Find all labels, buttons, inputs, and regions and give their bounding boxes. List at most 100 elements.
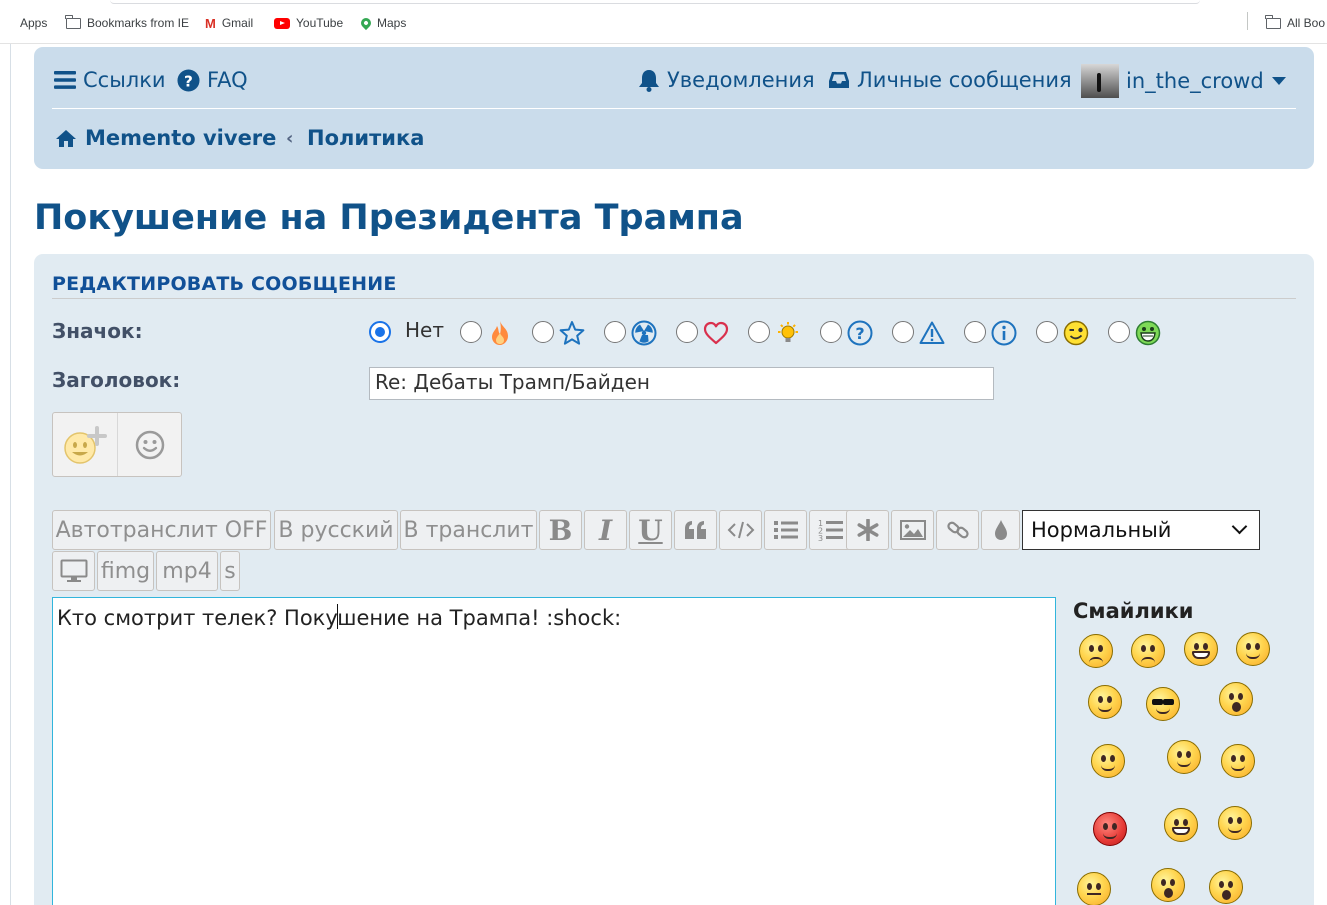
asterisk-icon [857,519,878,541]
smiley-laugh-icon[interactable] [1219,682,1253,716]
page-left-rule [10,44,11,905]
quick-links-menu[interactable]: Ссылки [54,68,166,92]
breadcrumb-forum[interactable]: Политика [307,126,424,150]
add-emoji-button[interactable] [53,413,117,476]
bookmark-youtube[interactable]: YouTube [274,15,343,31]
omnibox-edge [110,0,1200,4]
smiley-worried-icon[interactable] [1091,744,1125,778]
video-embed-button[interactable] [52,551,95,591]
smiley-outline-icon [135,430,165,459]
question-icon: ? [847,320,873,346]
list-item-button[interactable] [846,510,889,550]
no-icon-label: Нет [405,318,444,342]
bookmark-all-folder[interactable]: All Boo [1265,14,1326,31]
smiley-surprised-icon[interactable] [1209,870,1243,904]
link-button[interactable] [936,510,979,550]
bold-button[interactable]: B [539,510,582,550]
gmail-icon: M [205,15,216,31]
bullet-list-button[interactable] [764,510,807,550]
radio-fire[interactable] [460,321,482,343]
bookmark-label: Bookmarks from IE [87,16,190,30]
link-icon [946,521,969,539]
info-icon [991,320,1017,346]
bookmark-maps[interactable]: Maps [358,15,407,31]
message-textarea[interactable]: Кто смотрит телек? Покушение на Трампа! … [52,597,1056,905]
bookmarks-bar: Apps Bookmarks from IE M Gmail YouTube M… [0,0,1327,44]
forum-header: Ссылки ? FAQ Уведомления Личные сообщени… [34,47,1314,169]
page-title[interactable]: Покушение на Президента Трампа [34,198,744,238]
subject-input[interactable]: Re: Дебаты Трамп/Байден [369,367,994,400]
radio-grin[interactable] [1108,321,1130,343]
emoji-picker-button[interactable] [118,413,182,476]
color-button[interactable] [981,510,1020,550]
fimg-button[interactable]: fimg [97,551,154,591]
quote-button[interactable] [674,510,717,550]
strike-button[interactable]: s [220,551,240,591]
bullet-list-icon [773,521,798,539]
private-messages-link[interactable]: Личные сообщения [828,68,1072,92]
smiley-shock-icon[interactable] [1151,868,1185,902]
font-size-value: Нормальный [1031,518,1172,542]
to-translit-button[interactable]: В транслит [400,510,537,550]
bookmark-gmail[interactable]: M Gmail [205,15,253,31]
warning-icon [919,320,945,346]
radio-info[interactable] [964,321,986,343]
radio-lightbulb[interactable] [748,321,770,343]
radio-radioactive[interactable] [604,321,626,343]
radio-star[interactable] [532,321,554,343]
smiley-hat-icon[interactable] [1236,632,1270,666]
subject-label: Заголовок: [52,368,181,392]
italic-button[interactable]: I [584,510,627,550]
image-button[interactable] [891,510,934,550]
radio-question[interactable] [820,321,842,343]
panel-divider [52,298,1296,299]
bookmark-label: Gmail [221,16,254,30]
radio-none[interactable] [369,321,391,343]
emoji-tool [52,412,182,477]
autotranslit-off-button[interactable]: Автотранслит OFF [52,510,271,550]
radio-heart[interactable] [676,321,698,343]
underline-button[interactable]: U [629,510,672,550]
bookmark-ie-folder[interactable]: Bookmarks from IE [65,14,190,31]
breadcrumb-home[interactable]: Memento vivere [55,126,276,150]
caret-down-icon [1271,77,1286,85]
emoji-plus-icon [64,425,107,464]
smiley-teeth-icon[interactable] [1164,808,1198,842]
bookmark-apps[interactable]: Apps [2,15,47,31]
svg-text:?: ? [855,324,864,343]
faq-link[interactable]: ? FAQ [177,68,248,92]
smiley-frown-icon[interactable] [1131,634,1165,668]
smiley-happy-icon[interactable] [1218,806,1252,840]
bookmark-label: Apps [20,16,48,30]
username: in_the_crowd [1126,69,1264,93]
notifications-link[interactable]: Уведомления [638,68,815,92]
radio-wink[interactable] [1036,321,1058,343]
to-russian-button[interactable]: В русский [274,510,398,550]
smiley-neutral-icon[interactable] [1077,872,1111,905]
smiley-angry-icon[interactable] [1079,634,1113,668]
mp4-button[interactable]: mp4 [156,551,218,591]
smiley-cool-icon[interactable] [1146,687,1180,721]
radio-warning[interactable] [892,321,914,343]
smiley-wave-icon[interactable] [1088,685,1122,719]
map-pin-icon [358,15,374,31]
home-icon [56,129,76,147]
font-size-select[interactable]: Нормальный [1022,510,1260,550]
faq-label: FAQ [207,68,248,92]
grin-smiley-icon [1135,320,1161,346]
smiley-grin-icon[interactable] [1184,632,1218,666]
folder-icon [65,14,81,29]
smiley-sleepy-icon[interactable] [1221,744,1255,778]
smiley-blush-icon[interactable] [1167,740,1201,774]
notifications-label: Уведомления [667,68,815,92]
bookmark-label: All Boo [1287,16,1326,30]
smiley-devil-icon[interactable] [1093,812,1127,846]
user-menu[interactable]: in_the_crowd [1081,64,1287,98]
apps-grid-icon [2,17,14,29]
inbox-icon [829,72,849,88]
hamburger-icon [54,71,76,89]
svg-text:3: 3 [818,534,823,542]
header-divider [52,108,1296,109]
code-button[interactable] [719,510,762,550]
bookmark-label: Maps [377,16,407,30]
